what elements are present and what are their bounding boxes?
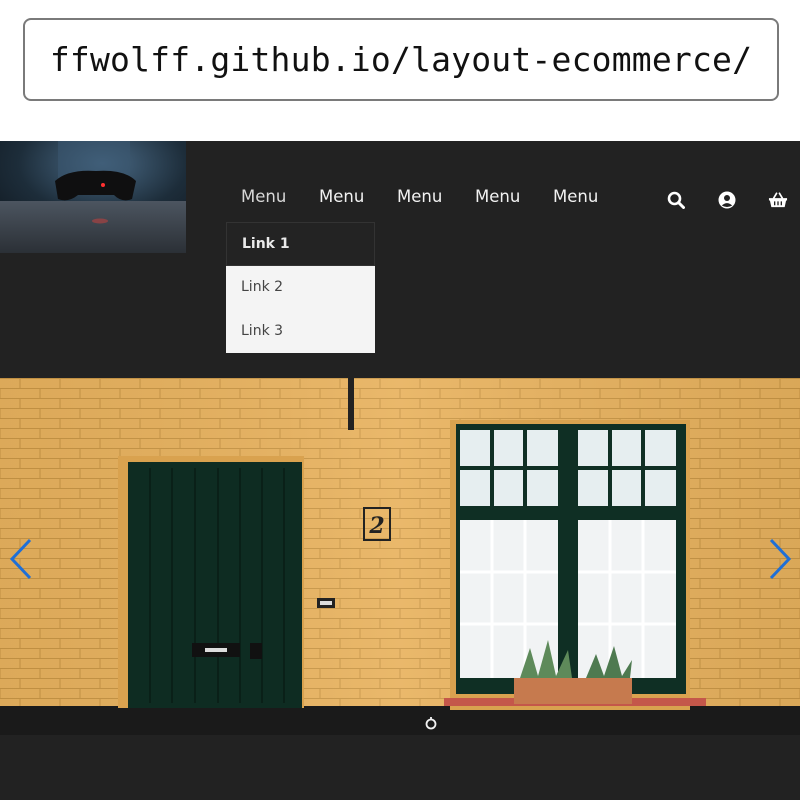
nav-menu-4[interactable]: Menu (460, 186, 538, 208)
chevron-right-icon (769, 538, 792, 580)
nav-menu-5[interactable]: Menu (538, 186, 616, 208)
carousel-next-button[interactable] (767, 538, 793, 580)
logo[interactable] (0, 141, 186, 253)
nav-dropdown: Link 1 Link 2 Link 3 (226, 222, 375, 353)
dropdown-link-1[interactable]: Link 1 (226, 222, 375, 266)
chevron-left-icon (9, 538, 32, 580)
carousel-indicator[interactable] (424, 716, 438, 730)
nav-menu-1[interactable]: Menu (226, 186, 304, 208)
address-bar[interactable]: ffwolff.github.io/layout-ecommerce/ (23, 18, 779, 101)
site-header: Menu Menu Menu Menu Menu Link 1 Link 2 L… (0, 141, 800, 800)
header-icons (666, 190, 788, 210)
user-icon[interactable] (717, 190, 737, 210)
basket-icon[interactable] (768, 190, 788, 210)
gamepad-photo (0, 141, 186, 253)
hero-carousel: 2 (0, 378, 800, 735)
dropdown-link-2[interactable]: Link 2 (226, 266, 375, 310)
address-bar-url: ffwolff.github.io/layout-ecommerce/ (49, 40, 753, 79)
search-icon[interactable] (666, 190, 686, 210)
nav-menu-3[interactable]: Menu (382, 186, 460, 208)
hero-image: 2 (0, 378, 800, 735)
carousel-prev-button[interactable] (8, 538, 34, 580)
main-nav: Menu Menu Menu Menu Menu (226, 186, 616, 208)
dropdown-link-3[interactable]: Link 3 (226, 309, 375, 353)
nav-menu-2[interactable]: Menu (304, 186, 382, 208)
slide-indicator-icon (425, 717, 437, 730)
house-number: 2 (368, 513, 384, 539)
